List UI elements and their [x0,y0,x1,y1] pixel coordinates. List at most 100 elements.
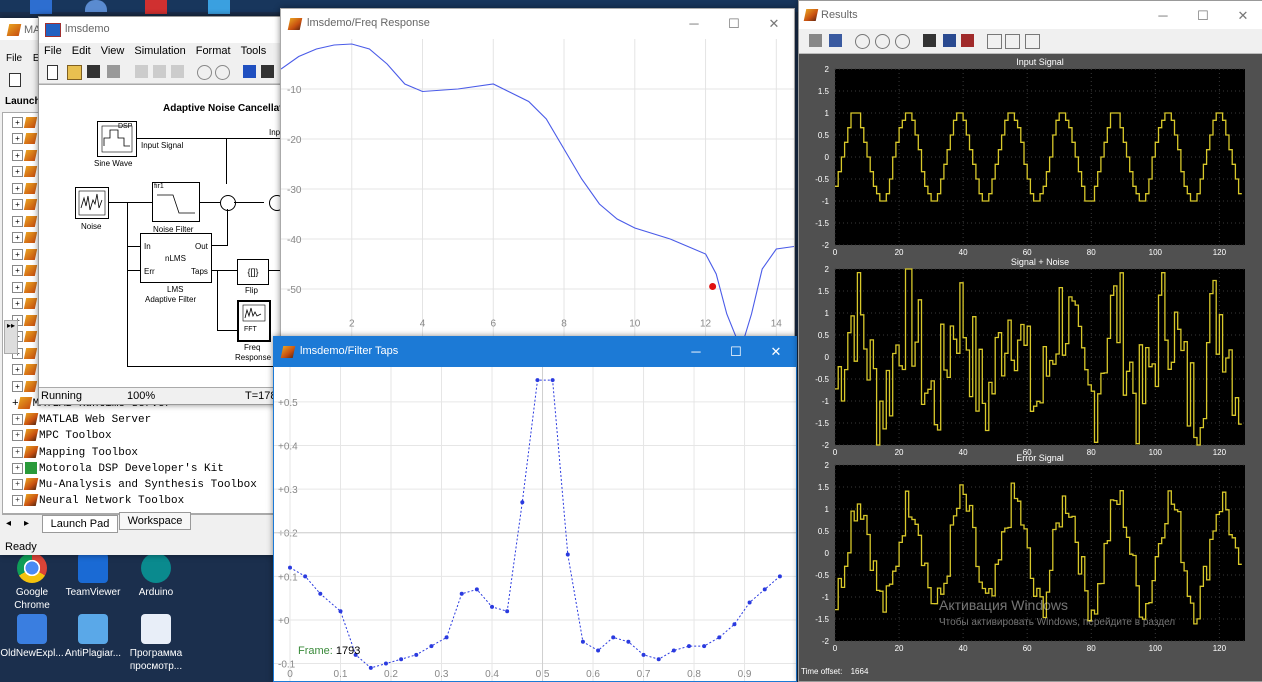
tree-expander-row[interactable]: + [12,116,38,130]
desktop-icon-teamviewer[interactable]: TeamViewer [61,553,125,599]
tree-expander-row[interactable]: + [12,232,38,246]
noise-block[interactable] [75,187,109,219]
desktop-icon-top-4[interactable] [208,0,230,14]
library-icon[interactable] [261,65,274,78]
tab-launch-pad[interactable]: Launch Pad [42,515,118,533]
cut-icon[interactable] [135,65,148,78]
new-icon[interactable] [47,65,58,80]
tree-row-neural[interactable]: + Neural Network Toolbox [12,494,184,510]
tree-row-web-server[interactable]: + MATLAB Web Server [12,413,151,429]
x-tick-label: 12 [700,319,712,330]
undo-icon[interactable] [197,65,212,80]
freq-label: Freq [244,343,261,352]
tree-expander-row[interactable]: + [12,364,38,378]
filter-taps-window: lmsdemo/Filter Taps ─ ☐ ✕ 0 0.1 0.2 0.3 0.4 0… [273,336,797,682]
fft-block[interactable]: FFT [237,300,271,342]
tree-expander-row[interactable]: + [12,166,38,180]
y-tick-label: +0.1 [278,572,298,583]
desktop-icon-chrome[interactable]: Google Chrome [0,553,64,612]
desktop-icon-antiplagiarism[interactable]: AntiPlagiar... [61,614,125,660]
x-tick-label: 0.3 [435,669,449,680]
arduino-icon [141,553,171,583]
tree-expander-row[interactable]: + [12,182,38,196]
zoom-y-icon[interactable] [895,34,910,49]
scope-x-tick: 120 [1213,248,1227,257]
lms-block[interactable]: In Out nLMS Err Taps [140,233,212,283]
sum-block[interactable] [220,195,236,211]
sine-wave-block[interactable]: DSP [97,121,137,157]
open-icon[interactable] [67,65,82,80]
tab-scroll-left[interactable]: ◂ [6,518,11,529]
minimize-button[interactable]: ─ [676,337,716,367]
maximize-button[interactable]: ☐ [714,9,754,39]
desktop-icon-top-3[interactable] [145,0,167,14]
menu-tools[interactable]: Tools [236,43,272,59]
tree-expander-row[interactable]: + [12,265,38,279]
sim-zoom: 100% [127,390,156,402]
signal-select-icon[interactable] [1025,34,1040,49]
noise-filter-block[interactable]: fir1 [152,182,200,222]
flip-block[interactable]: {[]} [237,259,269,285]
response-label: Response [235,353,272,362]
desktop-icon-top-1[interactable] [30,0,52,14]
new-file-icon[interactable] [9,73,21,87]
play-icon[interactable] [243,65,256,78]
tree-row-mpc[interactable]: + MPC Toolbox [12,429,112,445]
scope-y-tick: -1 [822,593,830,602]
tab-workspace[interactable]: Workspace [119,512,191,530]
tree-row-mapping[interactable]: + Mapping Toolbox [12,446,138,462]
tree-expander-row[interactable]: + [12,281,38,295]
tree-expander-row[interactable]: + [12,199,38,213]
flip-label: Flip [245,286,258,295]
close-button[interactable]: ✕ [754,9,794,39]
results-titlebar: Results ─ ☐ ✕ [799,1,1262,29]
desktop-icon-viewer[interactable]: Программа просмотр... [124,614,188,673]
x-tick-label: 4 [420,319,426,330]
maximize-button[interactable]: ☐ [1183,1,1223,31]
float-scope-icon[interactable] [987,34,1002,49]
tree-expander-row[interactable]: + [12,133,38,147]
maximize-button[interactable]: ☐ [716,337,756,367]
zoom-icon[interactable] [855,34,870,49]
save-icon[interactable] [87,65,100,78]
menu-simulation[interactable]: Simulation [129,43,190,59]
desktop-icon-arduino[interactable]: Arduino [124,553,188,599]
redo-icon[interactable] [215,65,230,80]
menu-edit[interactable]: Edit [67,43,96,59]
tap-point [702,644,707,649]
tree-expander-row[interactable]: + [12,215,38,229]
menu-view[interactable]: View [96,43,130,59]
paste-icon[interactable] [171,65,184,78]
autoscale-icon[interactable] [923,34,936,47]
tree-expander-row[interactable]: + [12,298,38,312]
restore-axes-icon[interactable] [961,34,974,47]
close-button[interactable]: ✕ [1223,1,1262,31]
zoom-x-icon[interactable] [875,34,890,49]
scope-x-tick: 120 [1213,448,1227,457]
menu-file[interactable]: File [39,43,67,59]
cursor-marker [709,283,717,290]
desktop-icon-oldnewexplorer[interactable]: OldNewExpl... [0,614,64,660]
scope-y-tick: 1.5 [818,483,830,492]
desktop-icon-label: TeamViewer [65,587,121,598]
tree-expander-row[interactable]: + [12,380,38,394]
menu-file[interactable]: File [6,53,22,64]
tree-expander-row[interactable]: + [12,149,38,163]
tree-row-mu-analysis[interactable]: + Mu-Analysis and Synthesis Toolbox [12,478,257,494]
save-axes-icon[interactable] [943,34,956,47]
tab-scroll-right[interactable]: ▸ [24,518,29,529]
print-icon[interactable] [107,65,120,78]
print-icon[interactable] [809,34,822,47]
menu-format[interactable]: Format [191,43,236,59]
tree-expander-row[interactable]: + [12,248,38,262]
collapse-handle[interactable]: ▸▸ [4,320,18,354]
tree-row-motorola[interactable]: + Motorola DSP Developer's Kit [12,462,224,478]
minimize-button[interactable]: ─ [1143,1,1183,31]
desktop-icon-top-2[interactable] [85,0,107,12]
lock-icon[interactable] [1005,34,1020,49]
params-icon[interactable] [829,34,842,47]
close-button[interactable]: ✕ [756,337,796,367]
copy-icon[interactable] [153,65,166,78]
minimize-button[interactable]: ─ [674,9,714,39]
wire [217,330,237,331]
